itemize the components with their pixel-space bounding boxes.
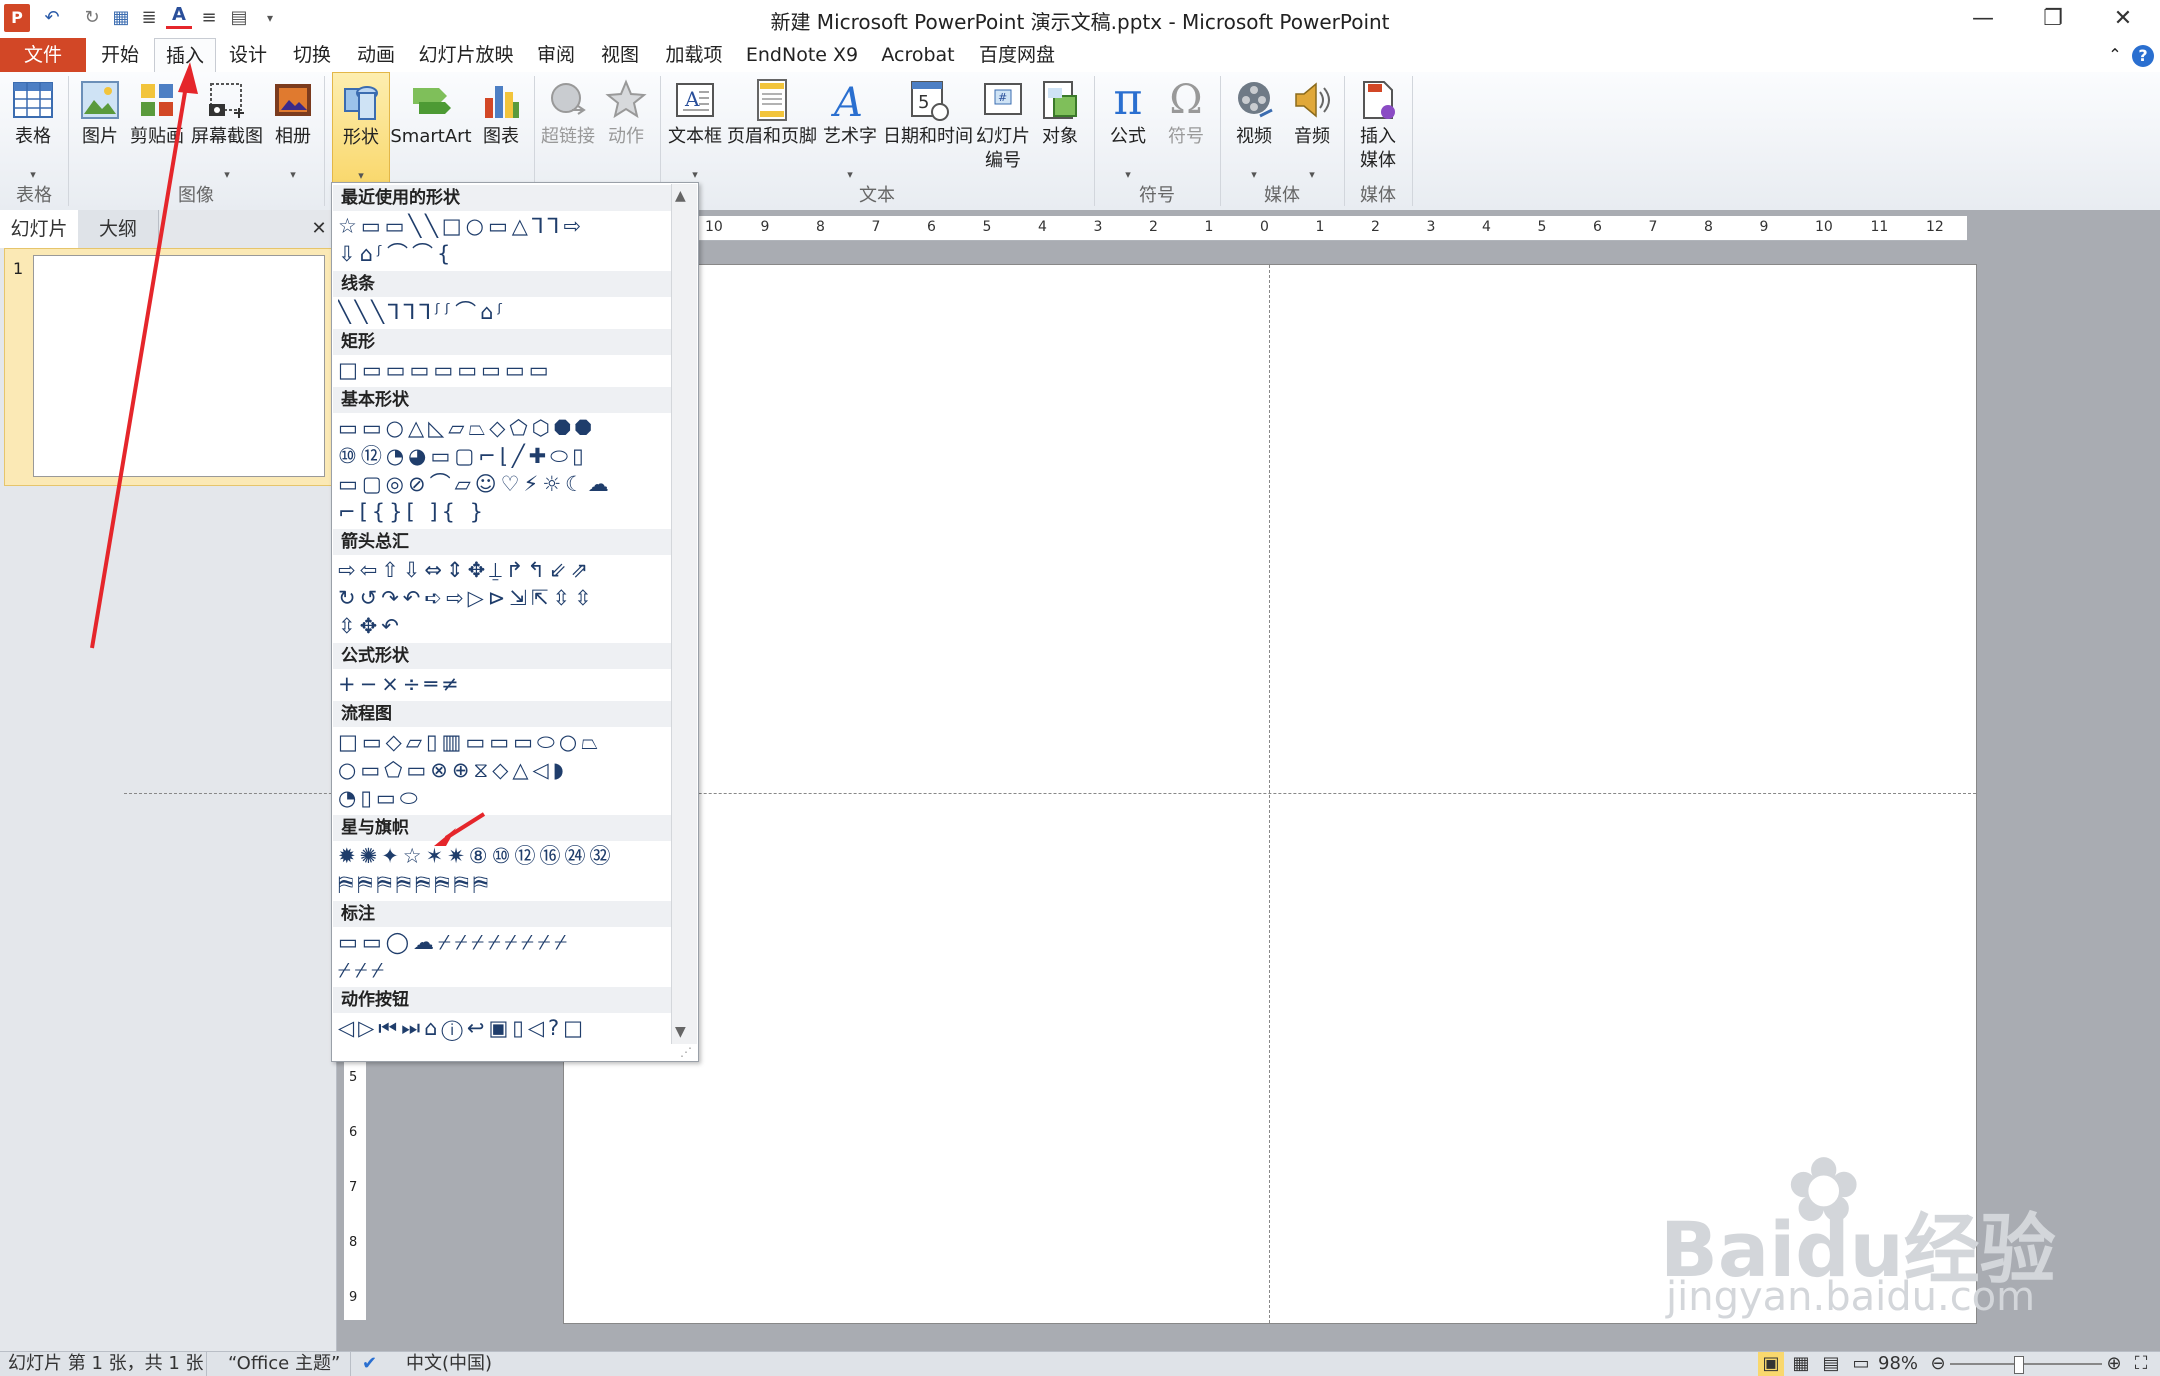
annotation-arrow-insert-tab [90,73,190,649]
annotation-arrowhead-star-shape [434,828,456,846]
annotation-arrows [90,62,486,846]
annotation-arrowhead-insert-tab [178,62,198,94]
